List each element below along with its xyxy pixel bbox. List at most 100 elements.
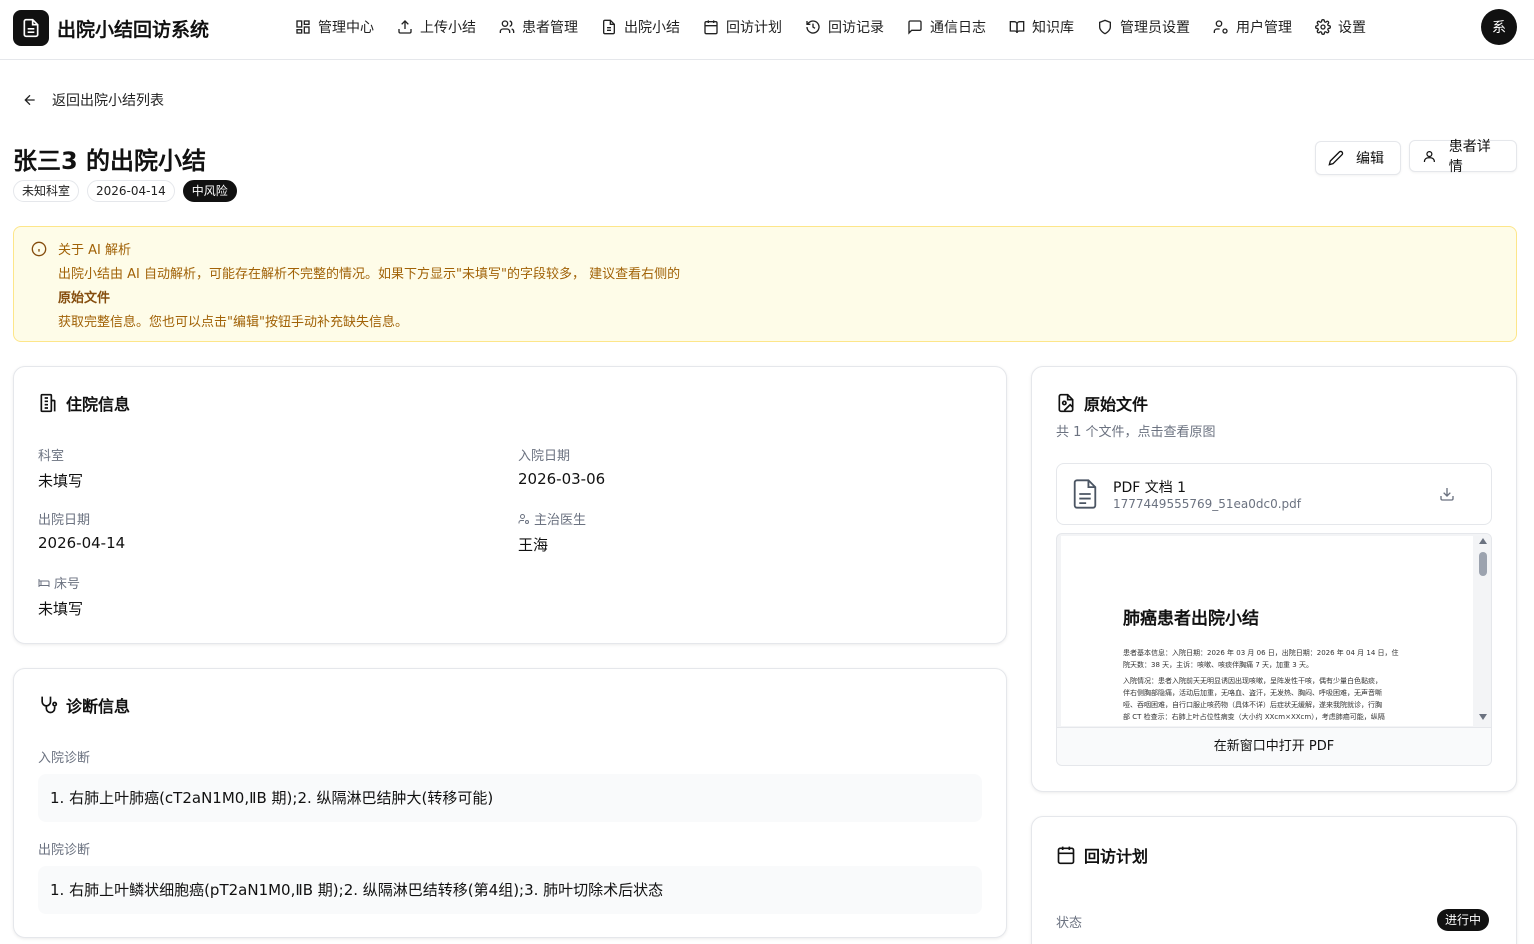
discharge-date-label: 出院日期 <box>38 513 91 528</box>
department-badge: 未知科室 <box>13 180 80 202</box>
bed-value: 未填写 <box>38 600 84 618</box>
date-badge: 2026-04-14 <box>87 180 175 202</box>
pdf-text-line: 部 CT 检查示：右肺上叶占位性病变（大小约 XXcm×XXcm），考虑肺癌可能… <box>1123 713 1385 721</box>
discharge-diagnosis-value: 1. 右肺上叶鳞状细胞癌(pT2aN1M0,ⅡB 期);2. 纵隔淋巴结转移(第… <box>38 866 982 914</box>
pdf-text-line: 哑、吞咽困难，自行口服止咳药物（具体不详）后症状无缓解，遂来我院就诊，行胸 <box>1123 701 1382 709</box>
dashboard-icon <box>296 20 310 34</box>
pdf-text-line: 患者基本信息：入院日期：2026 年 03 月 06 日，出院日期：2026 年… <box>1123 649 1399 657</box>
back-link[interactable]: 返回出院小结列表 <box>22 90 164 110</box>
pencil-icon <box>1328 150 1344 166</box>
back-link-label: 返回出院小结列表 <box>52 93 164 109</box>
nav-item-dashboard[interactable]: 管理中心 <box>295 17 374 37</box>
diagnosis-title: 诊断信息 <box>38 693 130 717</box>
file-icon <box>603 19 615 35</box>
pdf-page: 肺癌患者出院小结 患者基本信息：入院日期：2026 年 03 月 06 日，出院… <box>1061 536 1473 726</box>
app-logo-icon <box>13 10 49 46</box>
hospital-info-title: 住院信息 <box>38 391 130 415</box>
department-label: 科室 <box>38 449 65 464</box>
discharge-diagnosis-label: 出院诊断 <box>38 843 91 858</box>
nav-label: 管理中心 <box>318 20 374 36</box>
scrollbar-thumb[interactable] <box>1479 552 1487 576</box>
message-icon <box>908 20 922 35</box>
nav-item-comm-log[interactable]: 通信日志 <box>907 17 986 37</box>
nav-item-patients[interactable]: 患者管理 <box>499 17 578 37</box>
users-icon <box>499 20 515 33</box>
pdf-text-line: 院天数：38 天，主诉：咳嗽、咳痰伴胸痛 7 天，加重 3 天。 <box>1123 661 1313 669</box>
nav-item-admin-settings[interactable]: 管理员设置 <box>1097 17 1190 37</box>
risk-badge: 中风险 <box>182 180 237 202</box>
nav-label: 设置 <box>1338 20 1366 36</box>
pdf-scrollbar[interactable] <box>1475 534 1491 726</box>
top-navbar: 出院小结回访系统 管理中心 上传小结 患者管理 出院小结 回访计划 回访记录 通… <box>0 0 1534 60</box>
page-title: 张三3 的出院小结 <box>13 147 207 175</box>
file-name: PDF 文档 1 <box>1113 480 1187 496</box>
doctor-label-text: 主治医生 <box>534 513 587 528</box>
original-file-card: 原始文件 共 1 个文件，点击查看原图 PDF 文档 1 17774495557… <box>1031 366 1517 792</box>
nav-item-upload[interactable]: 上传小结 <box>397 17 476 37</box>
bed-label-text: 床号 <box>54 577 81 592</box>
alert-line-2: 获取完整信息。您也可以点击"编辑"按钮手动补充缺失信息。 <box>58 315 408 330</box>
download-icon[interactable] <box>1439 486 1455 502</box>
alert-emphasis: 原始文件 <box>58 291 111 306</box>
stethoscope-icon <box>41 696 58 714</box>
doctor-value: 王海 <box>518 536 549 554</box>
nav-label: 回访计划 <box>726 20 782 36</box>
brand[interactable]: 出院小结回访系统 <box>13 10 209 46</box>
admission-diagnosis-label: 入院诊断 <box>38 751 91 766</box>
shield-icon <box>1099 19 1111 35</box>
pdf-file-icon <box>1073 479 1097 509</box>
nav-label: 上传小结 <box>420 20 476 36</box>
upload-icon <box>398 20 412 34</box>
info-icon <box>31 241 47 257</box>
alert-line-1: 出院小结由 AI 自动解析，可能存在解析不完整的情况。如果下方显示"未填写"的字… <box>58 267 681 282</box>
nav-item-followup-records[interactable]: 回访记录 <box>805 17 884 37</box>
nav-item-summaries[interactable]: 出院小结 <box>601 17 680 37</box>
followup-status-label: 状态 <box>1056 916 1083 931</box>
doctor-label: 主治医生 <box>518 509 586 528</box>
file-id: 1777449555769_51ea0dc0.pdf <box>1113 497 1302 511</box>
nav-item-knowledge[interactable]: 知识库 <box>1009 17 1074 37</box>
file-list-item[interactable]: PDF 文档 1 1777449555769_51ea0dc0.pdf <box>1056 463 1492 525</box>
admission-date-value: 2026-03-06 <box>518 470 606 488</box>
followup-status-badge: 进行中 <box>1437 909 1490 931</box>
nav-label: 通信日志 <box>930 20 986 36</box>
nav-label: 管理员设置 <box>1120 20 1190 36</box>
user-cog-icon <box>1213 20 1228 34</box>
pdf-text-line: 伴右侧胸部隐痛，活动后加重，无咯血、盗汗，无发热、胸闷、呼吸困难，无声音嘶 <box>1123 689 1382 697</box>
open-pdf-new-window-button[interactable]: 在新窗口中打开 PDF <box>1057 727 1491 765</box>
calendar-icon <box>1057 846 1075 865</box>
user-icon <box>1423 150 1435 162</box>
discharge-date-value: 2026-04-14 <box>38 534 126 552</box>
ai-parse-alert: 关于 AI 解析 出院小结由 AI 自动解析，可能存在解析不完整的情况。如果下方… <box>13 226 1517 342</box>
main-nav: 管理中心 上传小结 患者管理 出院小结 回访计划 回访记录 通信日志 知识库 管… <box>295 17 1389 37</box>
patient-detail-button[interactable]: 患者详情 <box>1409 139 1517 175</box>
nav-label: 用户管理 <box>1236 20 1292 36</box>
calendar-icon <box>704 20 718 35</box>
avatar[interactable]: 系 <box>1481 9 1517 45</box>
nav-item-followup-plan[interactable]: 回访计划 <box>703 17 782 37</box>
history-icon <box>806 20 820 34</box>
file-image-icon <box>1058 393 1074 413</box>
nav-label: 出院小结 <box>624 20 680 36</box>
nav-item-user-management[interactable]: 用户管理 <box>1213 17 1292 37</box>
scroll-up-icon[interactable] <box>1479 538 1487 544</box>
scroll-down-icon[interactable] <box>1479 714 1487 720</box>
original-file-title-text: 原始文件 <box>1084 395 1149 414</box>
pdf-preview[interactable]: 肺癌患者出院小结 患者基本信息：入院日期：2026 年 03 月 06 日，出院… <box>1056 533 1492 766</box>
original-file-subtitle: 共 1 个文件，点击查看原图 <box>1056 425 1216 440</box>
alert-title: 关于 AI 解析 <box>58 243 131 258</box>
hospital-info-title-text: 住院信息 <box>66 395 131 414</box>
book-icon <box>1009 21 1025 34</box>
patient-detail-button-label: 患者详情 <box>1448 139 1491 175</box>
nav-item-settings[interactable]: 设置 <box>1315 17 1366 37</box>
department-value: 未填写 <box>38 472 84 490</box>
nav-label: 回访记录 <box>828 20 884 36</box>
hospital-info-card: 住院信息 科室 未填写 入院日期 2026-03-06 出院日期 2026-04… <box>13 366 1007 644</box>
edit-button[interactable]: 编辑 <box>1315 141 1401 175</box>
nav-label: 知识库 <box>1032 20 1074 36</box>
doctor-icon <box>518 513 529 524</box>
arrow-left-icon <box>24 94 35 106</box>
admission-diagnosis-value: 1. 右肺上叶肺癌(cT2aN1M0,ⅡB 期);2. 纵隔淋巴结肿大(转移可能… <box>38 774 982 822</box>
summary-tags: 未知科室 2026-04-14 中风险 <box>13 180 245 202</box>
original-file-title: 原始文件 <box>1056 391 1148 415</box>
